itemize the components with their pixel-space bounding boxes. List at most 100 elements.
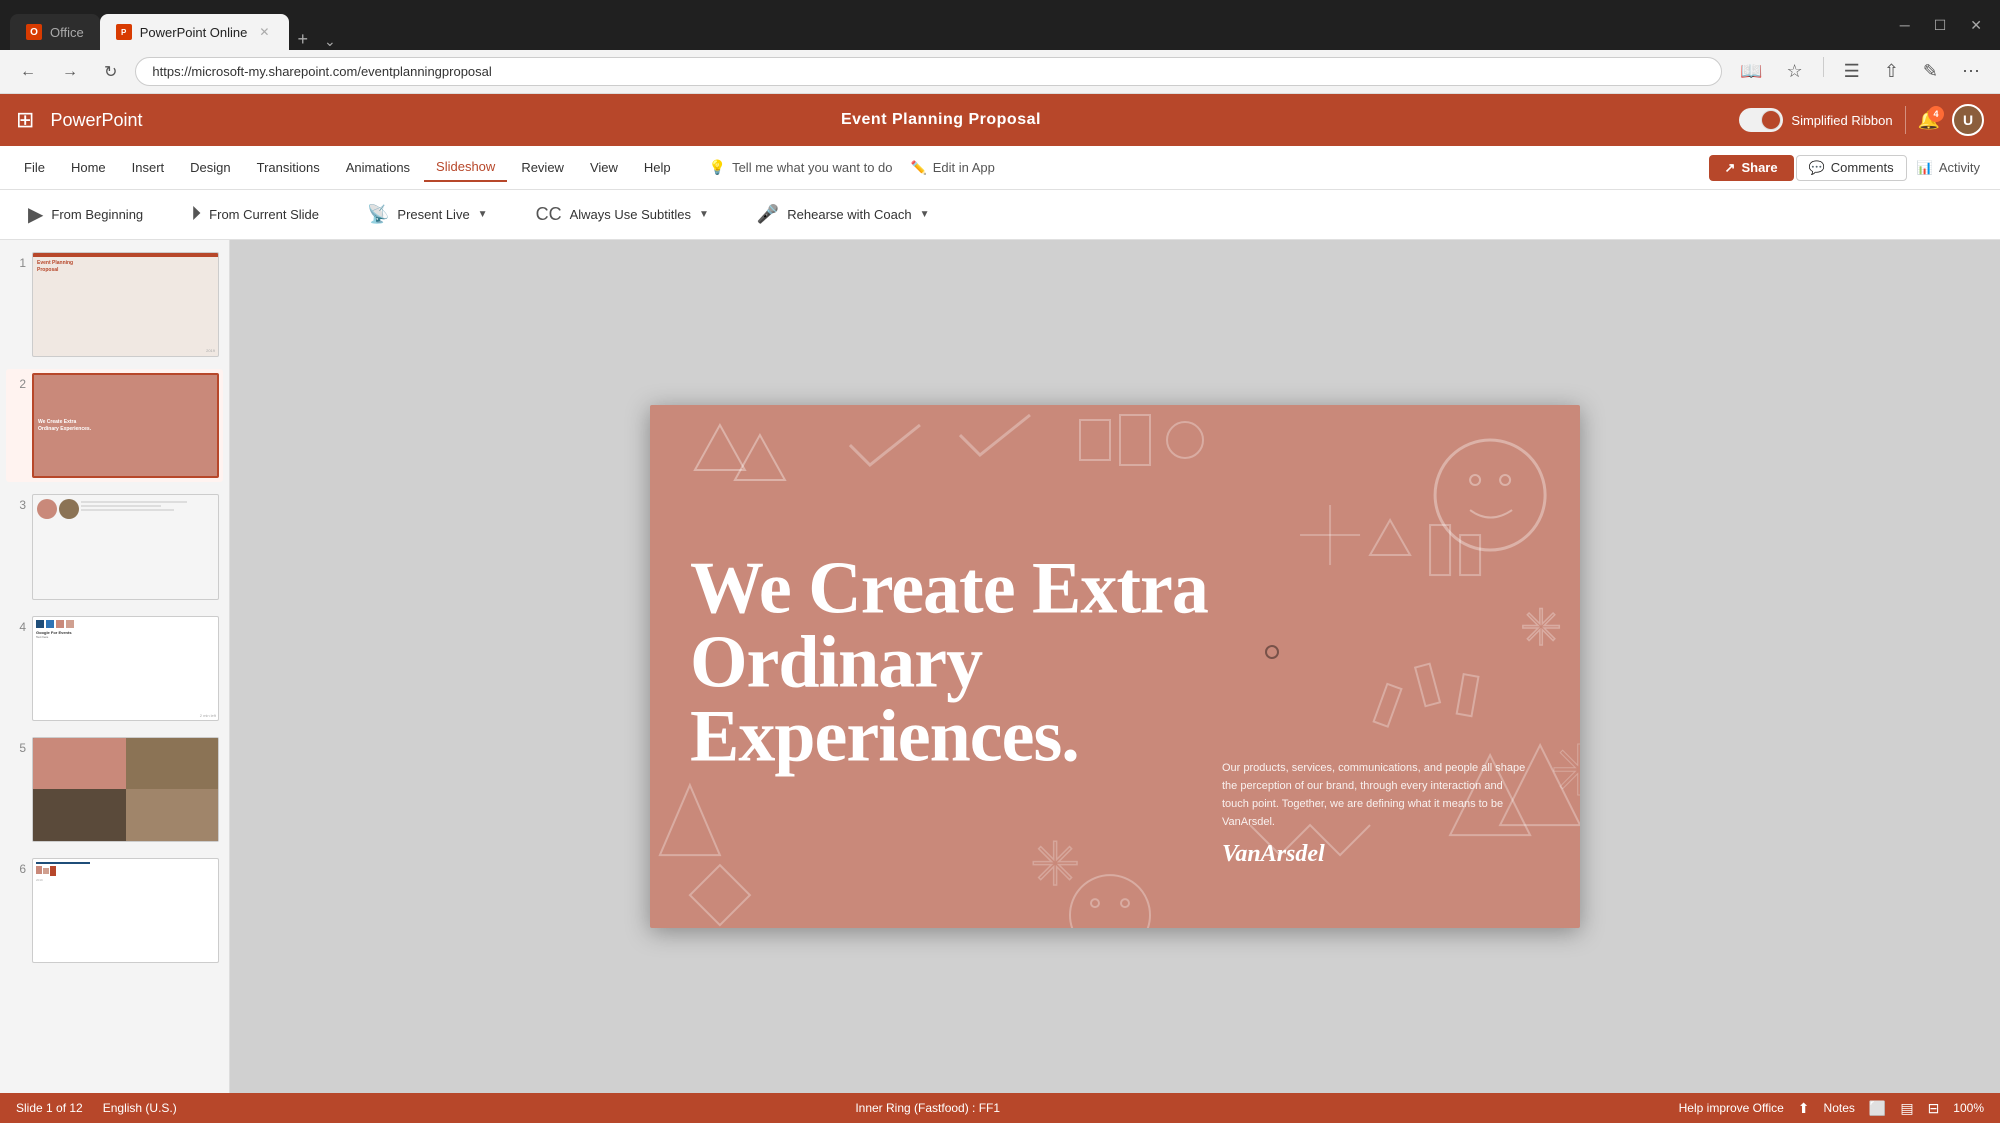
browser-more-icon[interactable]: ⋯ [1954,57,1988,86]
slide-view-icon-2[interactable]: ▤ [1900,1100,1913,1117]
play-from-current-icon: ⏵ [191,203,201,226]
slide-view-icon-1[interactable]: ⬜ [1869,1100,1886,1117]
browser-nav: ← → ↻ https://microsoft-my.sharepoint.co… [0,50,2000,94]
menu-item-file[interactable]: File [12,154,57,181]
present-live-dropdown-icon: ▼ [478,209,488,220]
slide-1-thumbnail: Event PlanningProposal 2019 [32,252,219,357]
slide-3-thumbnail [32,494,219,599]
doc-title: Event Planning Proposal [841,111,1041,128]
lightbulb-icon: 💡 [709,159,726,176]
simplified-ribbon-toggle[interactable]: Simplified Ribbon [1739,108,1892,132]
back-button[interactable]: ← [12,59,44,85]
edit-in-app-btn[interactable]: ✏️ Edit in App [911,160,995,176]
address-bar[interactable]: https://microsoft-my.sharepoint.com/even… [135,57,1722,86]
upload-icon: ⬆ [1798,1100,1810,1117]
from-beginning-btn[interactable]: ▶ From Beginning [20,198,151,231]
activity-label: Activity [1939,160,1980,175]
tab-office[interactable]: O Office [10,14,100,50]
edit-in-app-label: Edit in App [933,160,995,175]
slide-sub-text: Our products, services, communications, … [1222,759,1532,832]
slideshow-toolbar: ▶ From Beginning ⏵ From Current Slide 📡 … [0,190,2000,240]
address-text: https://microsoft-my.sharepoint.com/even… [152,64,491,79]
menu-item-slideshow[interactable]: Slideshow [424,153,507,182]
notification-badge: 4 [1928,106,1944,122]
subtitles-icon: CC [536,204,562,225]
tab-close-icon[interactable]: ✕ [255,23,273,41]
svg-text:✳: ✳ [1520,600,1562,656]
menu-item-help[interactable]: Help [632,154,683,181]
share-button[interactable]: ↗ Share [1709,155,1794,181]
toggle-switch[interactable] [1739,108,1783,132]
slide-count-status: Slide 1 of 12 [16,1101,83,1115]
activity-icon: 📊 [1917,160,1933,176]
from-beginning-label: From Beginning [51,207,143,222]
bookmark-icon[interactable]: ☆ [1779,57,1811,86]
slide-sub-content: Our products, services, communications, … [1222,759,1532,869]
rehearse-with-coach-label: Rehearse with Coach [787,207,911,222]
svg-text:✳: ✳ [1030,831,1080,898]
activity-button[interactable]: 📊 Activity [1909,156,1988,180]
help-improve-status[interactable]: Help improve Office [1679,1101,1784,1115]
slide-main-content: We Create Extra Ordinary Experiences. [690,551,1295,773]
minimize-button[interactable]: ─ [1892,13,1918,37]
always-use-subtitles-btn[interactable]: CC Always Use Subtitles ▼ [528,200,717,229]
coach-icon: 🎤 [757,204,779,225]
slide-6-thumbnail: 2019 [32,858,219,963]
ring-info-status: Inner Ring (Fastfood) : FF1 [855,1101,1000,1115]
present-live-btn[interactable]: 📡 Present Live ▼ [359,200,496,229]
menu-item-animations[interactable]: Animations [334,154,422,181]
feedback-icon[interactable]: ✎ [1915,57,1946,86]
list-item[interactable]: 2 We Create ExtraOrdinary Experiences. [6,369,223,482]
forward-button[interactable]: → [54,59,86,85]
slide-4-thumbnail: Google For Events Text here 2 min left [32,616,219,721]
tab-list-button[interactable]: ⌄ [316,33,344,50]
avatar-initial: U [1963,112,1973,128]
collections-icon[interactable]: ☰ [1836,57,1868,86]
browser-chrome: O Office P PowerPoint Online ✕ + ⌄ ─ ☐ ✕ [0,0,2000,50]
subtitles-dropdown-icon: ▼ [699,209,709,220]
notes-status[interactable]: Notes [1824,1101,1855,1115]
list-item[interactable]: 3 [6,490,223,603]
simplified-ribbon-label: Simplified Ribbon [1791,113,1892,128]
close-window-button[interactable]: ✕ [1962,13,1990,38]
menu-item-home[interactable]: Home [59,154,118,181]
app-grid-icon[interactable]: ⊞ [16,107,34,133]
comments-button[interactable]: 💬 Comments [1796,155,1907,181]
list-item[interactable]: 5 [6,733,223,846]
coach-dropdown-icon: ▼ [920,209,930,220]
svg-text:✳: ✳ [1550,732,1580,810]
slide-6-number: 6 [10,862,26,876]
toggle-thumb [1761,110,1781,130]
zoom-percentage[interactable]: 100% [1953,1101,1984,1115]
new-tab-button[interactable]: + [289,29,316,50]
tell-me-label[interactable]: Tell me what you want to do [732,160,892,175]
reload-button[interactable]: ↻ [96,58,125,86]
menu-item-review[interactable]: Review [509,154,576,181]
status-right: Help improve Office ⬆ Notes ⬜ ▤ ⊟ 100% [1679,1100,1984,1117]
list-item[interactable]: 6 2019 [6,854,223,967]
notification-button[interactable]: 🔔 4 [1918,110,1940,131]
rehearse-with-coach-btn[interactable]: 🎤 Rehearse with Coach ▼ [749,200,938,229]
tab-ppt[interactable]: P PowerPoint Online ✕ [100,14,290,50]
slide-view-icon-3[interactable]: ⊟ [1928,1100,1940,1117]
reader-view-icon[interactable]: 📖 [1732,57,1770,86]
header-right: Simplified Ribbon 🔔 4 U [1739,104,1984,136]
comment-icon: 💬 [1809,160,1825,176]
divider-header [1905,106,1906,134]
user-avatar[interactable]: U [1952,104,1984,136]
office-favicon: O [26,24,42,40]
from-current-slide-btn[interactable]: ⏵ From Current Slide [183,199,327,230]
menu-item-view[interactable]: View [578,154,630,181]
menu-item-insert[interactable]: Insert [120,154,177,181]
maximize-button[interactable]: ☐ [1926,13,1955,38]
slide-brand-name: VanArsdel [1222,841,1532,868]
from-current-label: From Current Slide [209,207,319,222]
tab-ppt-label: PowerPoint Online [140,25,248,40]
share-browser-icon[interactable]: ⇧ [1876,57,1907,86]
slide-2-number: 2 [10,377,26,391]
menu-item-transitions[interactable]: Transitions [245,154,332,181]
menu-item-design[interactable]: Design [178,154,242,181]
main-slide[interactable]: ✳ ✳ [650,405,1580,928]
list-item[interactable]: 4 Google For Events Text here 2 min left [6,612,223,725]
list-item[interactable]: 1 Event PlanningProposal 2019 [6,248,223,361]
